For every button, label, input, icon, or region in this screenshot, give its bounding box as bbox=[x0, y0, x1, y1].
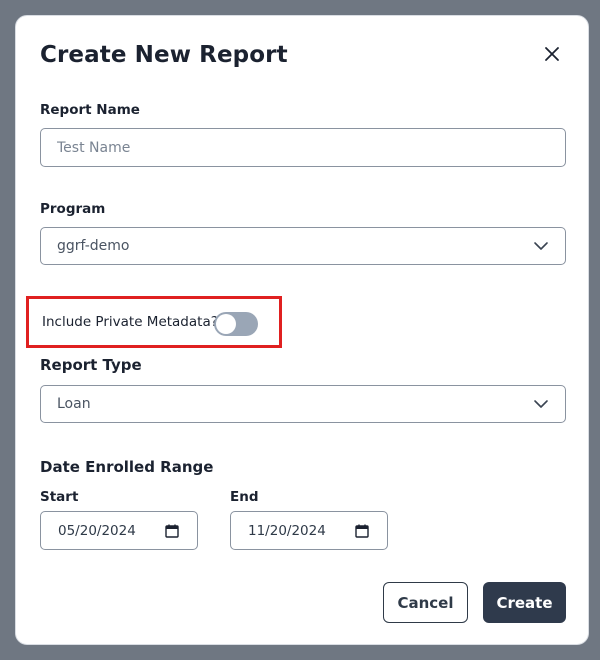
create-button[interactable]: Create bbox=[483, 582, 566, 623]
report-type-select[interactable]: Loan bbox=[40, 385, 566, 423]
report-name-input[interactable] bbox=[41, 129, 565, 166]
program-selected-value: ggrf-demo bbox=[57, 238, 130, 254]
cancel-button[interactable]: Cancel bbox=[383, 582, 468, 623]
private-metadata-label: Include Private Metadata? bbox=[42, 314, 218, 330]
end-date-input[interactable]: 11/20/2024 bbox=[230, 511, 388, 550]
start-date-value: 05/20/2024 bbox=[58, 522, 136, 539]
end-date-value: 11/20/2024 bbox=[248, 522, 326, 539]
start-date-input[interactable]: 05/20/2024 bbox=[40, 511, 198, 550]
report-type-selected-value: Loan bbox=[57, 396, 91, 412]
report-type-label: Report Type bbox=[40, 356, 142, 374]
close-button[interactable] bbox=[542, 44, 562, 64]
create-report-modal: Create New Report Report Name Program gg… bbox=[15, 15, 589, 645]
program-select[interactable]: ggrf-demo bbox=[40, 227, 566, 265]
private-metadata-highlight: Include Private Metadata? bbox=[26, 296, 282, 348]
start-date-label: Start bbox=[40, 489, 79, 505]
report-name-label: Report Name bbox=[40, 102, 140, 118]
report-name-field-wrapper bbox=[40, 128, 566, 167]
private-metadata-toggle[interactable] bbox=[214, 312, 258, 336]
program-label: Program bbox=[40, 201, 106, 217]
date-range-label: Date Enrolled Range bbox=[40, 458, 214, 476]
close-icon bbox=[545, 47, 559, 61]
chevron-down-icon bbox=[534, 242, 548, 250]
calendar-icon[interactable] bbox=[355, 524, 369, 538]
toggle-knob bbox=[216, 314, 236, 334]
chevron-down-icon bbox=[534, 400, 548, 408]
modal-title: Create New Report bbox=[40, 42, 288, 68]
end-date-label: End bbox=[230, 489, 259, 505]
calendar-icon[interactable] bbox=[165, 524, 179, 538]
